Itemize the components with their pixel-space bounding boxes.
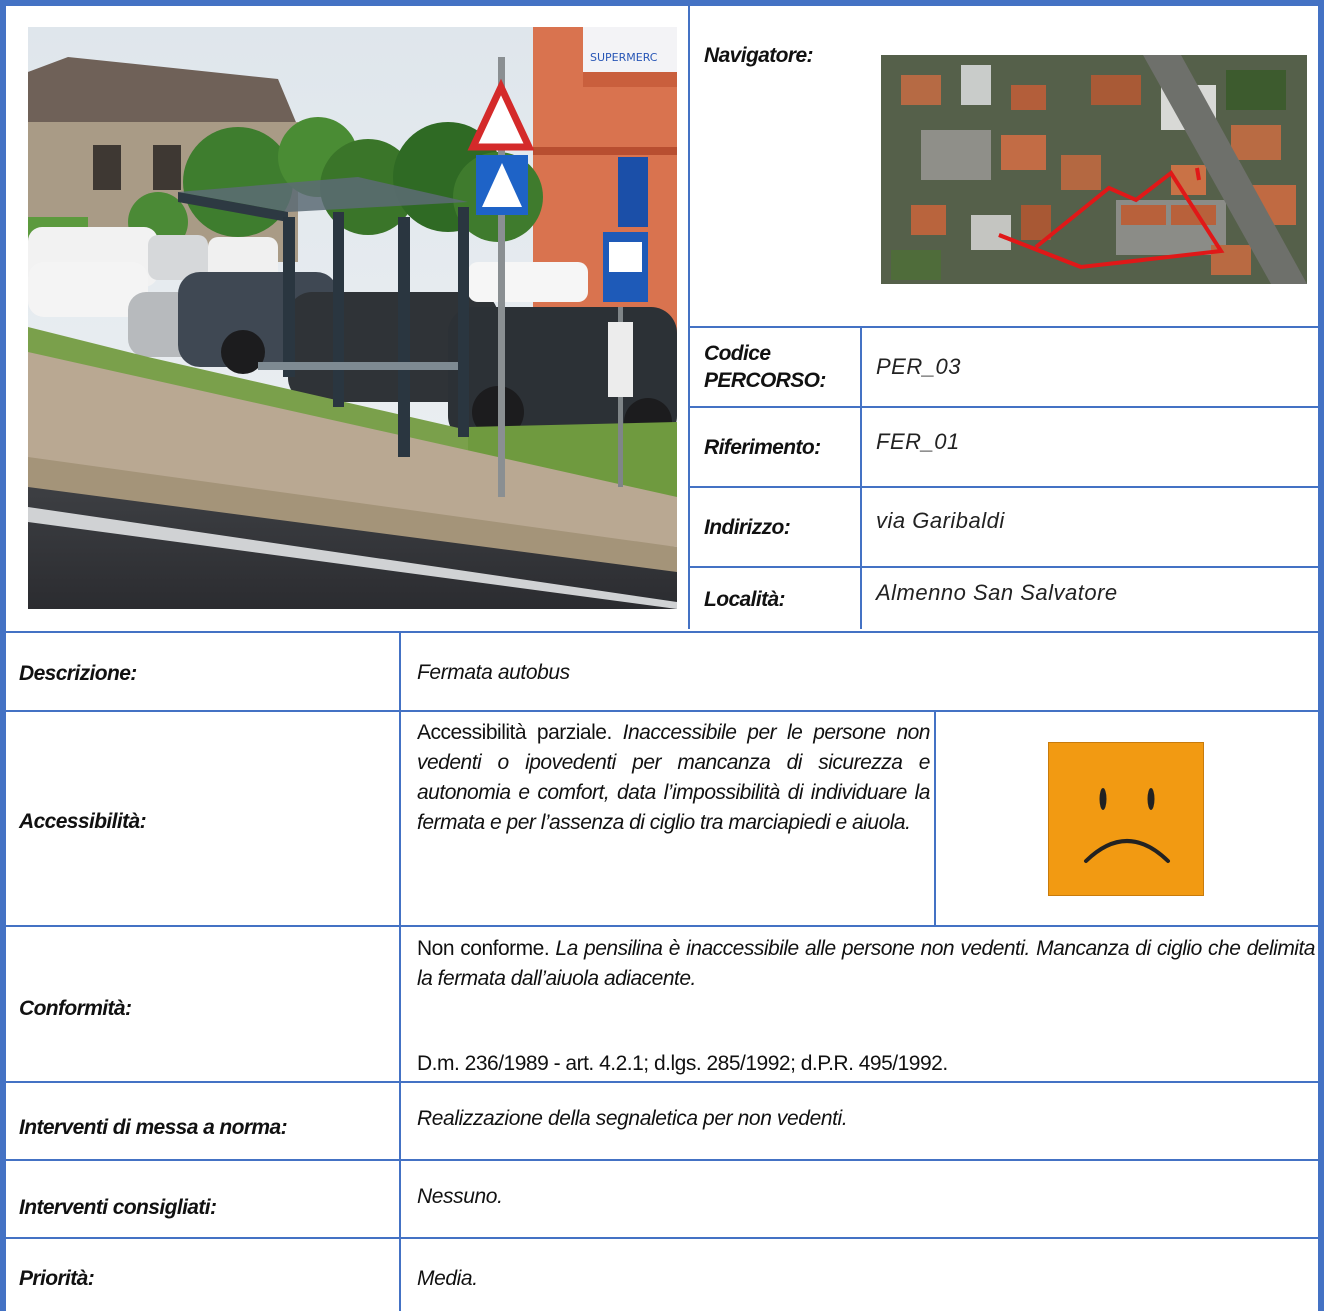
grid-line — [6, 631, 1318, 633]
grid-line — [860, 326, 862, 629]
conformita-detail: La pensilina è inaccessibile alle person… — [417, 937, 1316, 990]
grid-line — [688, 326, 1318, 328]
accessibility-sheet: SUPERMERC Navigatore: Codice PERCORSO: P… — [0, 0, 1324, 1311]
conformita-lead: Non conforme. — [417, 937, 550, 960]
interventi-consigliati-label: Interventi consigliati: — [19, 1195, 217, 1219]
accessibilita-text: Accessibilità parziale. Inaccessibile pe… — [417, 718, 931, 838]
sad-face-icon — [1048, 742, 1204, 896]
grid-line — [6, 710, 1318, 712]
grid-line — [688, 566, 1318, 568]
grid-line — [688, 6, 690, 629]
grid-line — [688, 406, 1318, 408]
localita-label: Località: — [704, 587, 786, 611]
codice-percorso-label: Codice PERCORSO: — [704, 342, 826, 392]
indirizzo-value: via Garibaldi — [876, 508, 1005, 533]
supermarket-sign: SUPERMERC — [590, 51, 658, 64]
interventi-norma-value: Realizzazione della segnaletica per non … — [417, 1107, 848, 1130]
conformita-references: D.m. 236/1989 - art. 4.2.1; d.lgs. 285/1… — [417, 1052, 948, 1075]
accessibilita-label: Accessibilità: — [19, 809, 147, 833]
navigatore-label: Navigatore: — [704, 43, 814, 67]
interventi-consigliati-value: Nessuno. — [417, 1185, 503, 1208]
grid-line — [6, 1081, 1318, 1083]
conformita-label: Conformità: — [19, 996, 132, 1020]
priorita-label: Priorità: — [19, 1267, 95, 1290]
accessibilita-lead: Accessibilità parziale. — [417, 721, 612, 744]
grid-line — [399, 631, 401, 1311]
riferimento-label: Riferimento: — [704, 435, 821, 459]
interventi-norma-label: Interventi di messa a norma: — [19, 1115, 288, 1139]
riferimento-value: FER_01 — [876, 429, 960, 454]
descrizione-label: Descrizione: — [19, 661, 137, 685]
grid-line — [6, 1159, 1318, 1161]
grid-line — [6, 1237, 1318, 1239]
localita-value: Almenno San Salvatore — [876, 580, 1118, 605]
indirizzo-label: Indirizzo: — [704, 515, 791, 539]
grid-line — [934, 710, 936, 926]
codice-percorso-value: PER_03 — [876, 354, 961, 379]
bus-stop-photo: SUPERMERC — [28, 27, 677, 609]
conformita-text: Non conforme. La pensilina è inaccessibi… — [417, 934, 1316, 994]
grid-line — [6, 925, 1318, 927]
descrizione-value: Fermata autobus — [417, 661, 570, 684]
route-map — [881, 55, 1307, 284]
grid-line — [688, 486, 1318, 488]
priorita-value: Media. — [417, 1266, 478, 1290]
